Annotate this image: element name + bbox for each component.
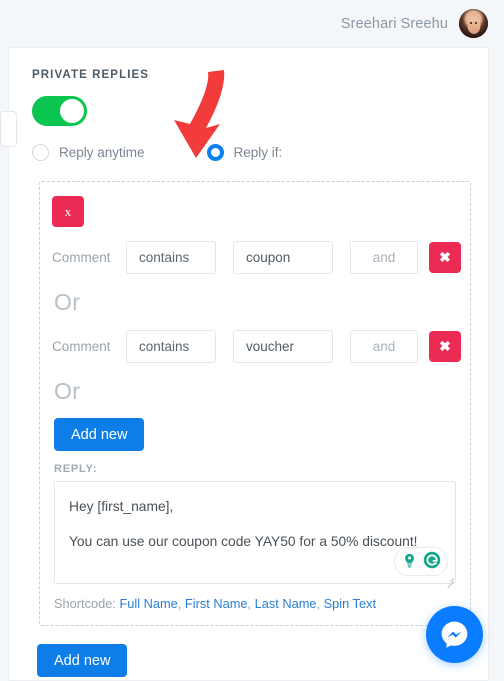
radio-reply-anytime[interactable]: Reply anytime: [32, 144, 145, 161]
radio-reply-anytime-label: Reply anytime: [59, 145, 145, 160]
add-condition-wrap: Add new: [40, 405, 470, 451]
messenger-icon: [441, 621, 468, 648]
condition-operator-select[interactable]: contains: [126, 330, 216, 363]
avatar-eye-left: [469, 21, 472, 24]
radio-reply-if-label: Reply if:: [233, 145, 283, 160]
or-separator: Or: [54, 378, 81, 404]
delete-condition-button[interactable]: ✖: [429, 331, 461, 362]
grammarly-assistant-pill[interactable]: [394, 547, 448, 576]
radio-dot-selected: [206, 144, 224, 161]
shortcode-label: Shortcode:: [54, 596, 116, 611]
reply-section-label: REPLY:: [54, 463, 98, 475]
avatar[interactable]: [459, 9, 488, 38]
toggle-knob: [60, 99, 84, 123]
reply-line: You can use our coupon code YAY50 for a …: [69, 534, 418, 550]
user-name-label: Sreehari Sreehu: [340, 15, 448, 32]
add-group-wrap: Add new: [9, 626, 488, 677]
private-replies-card: PRIVATE REPLIES Reply anytime Reply if: …: [0, 47, 489, 681]
avatar-face: [466, 16, 481, 34]
left-edge-partial-box: [0, 111, 17, 147]
comma: ,: [316, 596, 324, 611]
condition-value-input[interactable]: coupon: [233, 241, 333, 274]
condition-subject-label: Comment: [52, 339, 111, 354]
shortcode-spin-text-link[interactable]: Spin Text: [324, 596, 376, 611]
condition-operator-select[interactable]: contains: [126, 241, 216, 274]
messenger-chat-button[interactable]: [426, 606, 483, 663]
reply-line: Hey [first_name],: [69, 499, 174, 514]
add-new-condition-button[interactable]: Add new: [54, 418, 145, 451]
delete-condition-button[interactable]: ✖: [429, 242, 461, 273]
condition-group: x Comment contains coupon and ✖ Or Comme…: [39, 181, 471, 626]
page-title: PRIVATE REPLIES: [32, 69, 150, 81]
or-separator: Or: [54, 289, 81, 315]
reply-textarea-wrap: Hey [first_name], You can use our coupon…: [54, 481, 456, 589]
textarea-resize-handle[interactable]: [445, 574, 455, 589]
add-new-group-button[interactable]: Add new: [37, 644, 128, 677]
condition-joiner-select[interactable]: and: [350, 241, 418, 274]
grammarly-logo-icon[interactable]: [423, 551, 441, 572]
comma: ,: [247, 596, 255, 611]
shortcode-last-name-link[interactable]: Last Name: [255, 596, 317, 611]
condition-subject-label: Comment: [52, 250, 111, 265]
shortcode-first-name-link[interactable]: First Name: [185, 596, 248, 611]
lightbulb-icon[interactable]: [401, 552, 418, 572]
remove-group-button[interactable]: x: [52, 196, 84, 227]
condition-value-input[interactable]: voucher: [233, 330, 333, 363]
condition-row: Comment contains coupon and ✖: [40, 227, 470, 274]
top-bar: Sreehari Sreehu: [0, 0, 504, 47]
comma: ,: [177, 596, 185, 611]
shortcode-bar: Shortcode: Full Name, First Name, Last N…: [40, 584, 470, 611]
condition-joiner-select[interactable]: and: [350, 330, 418, 363]
shortcode-full-name-link[interactable]: Full Name: [119, 596, 177, 611]
radio-dot-unselected: [32, 144, 49, 161]
radio-reply-if[interactable]: Reply if:: [206, 144, 283, 161]
condition-row: Comment contains voucher and ✖: [40, 316, 470, 363]
reply-mode-radio-group: Reply anytime Reply if:: [9, 126, 488, 161]
private-replies-toggle[interactable]: [32, 96, 87, 126]
private-replies-toggle-wrap: [9, 81, 488, 126]
